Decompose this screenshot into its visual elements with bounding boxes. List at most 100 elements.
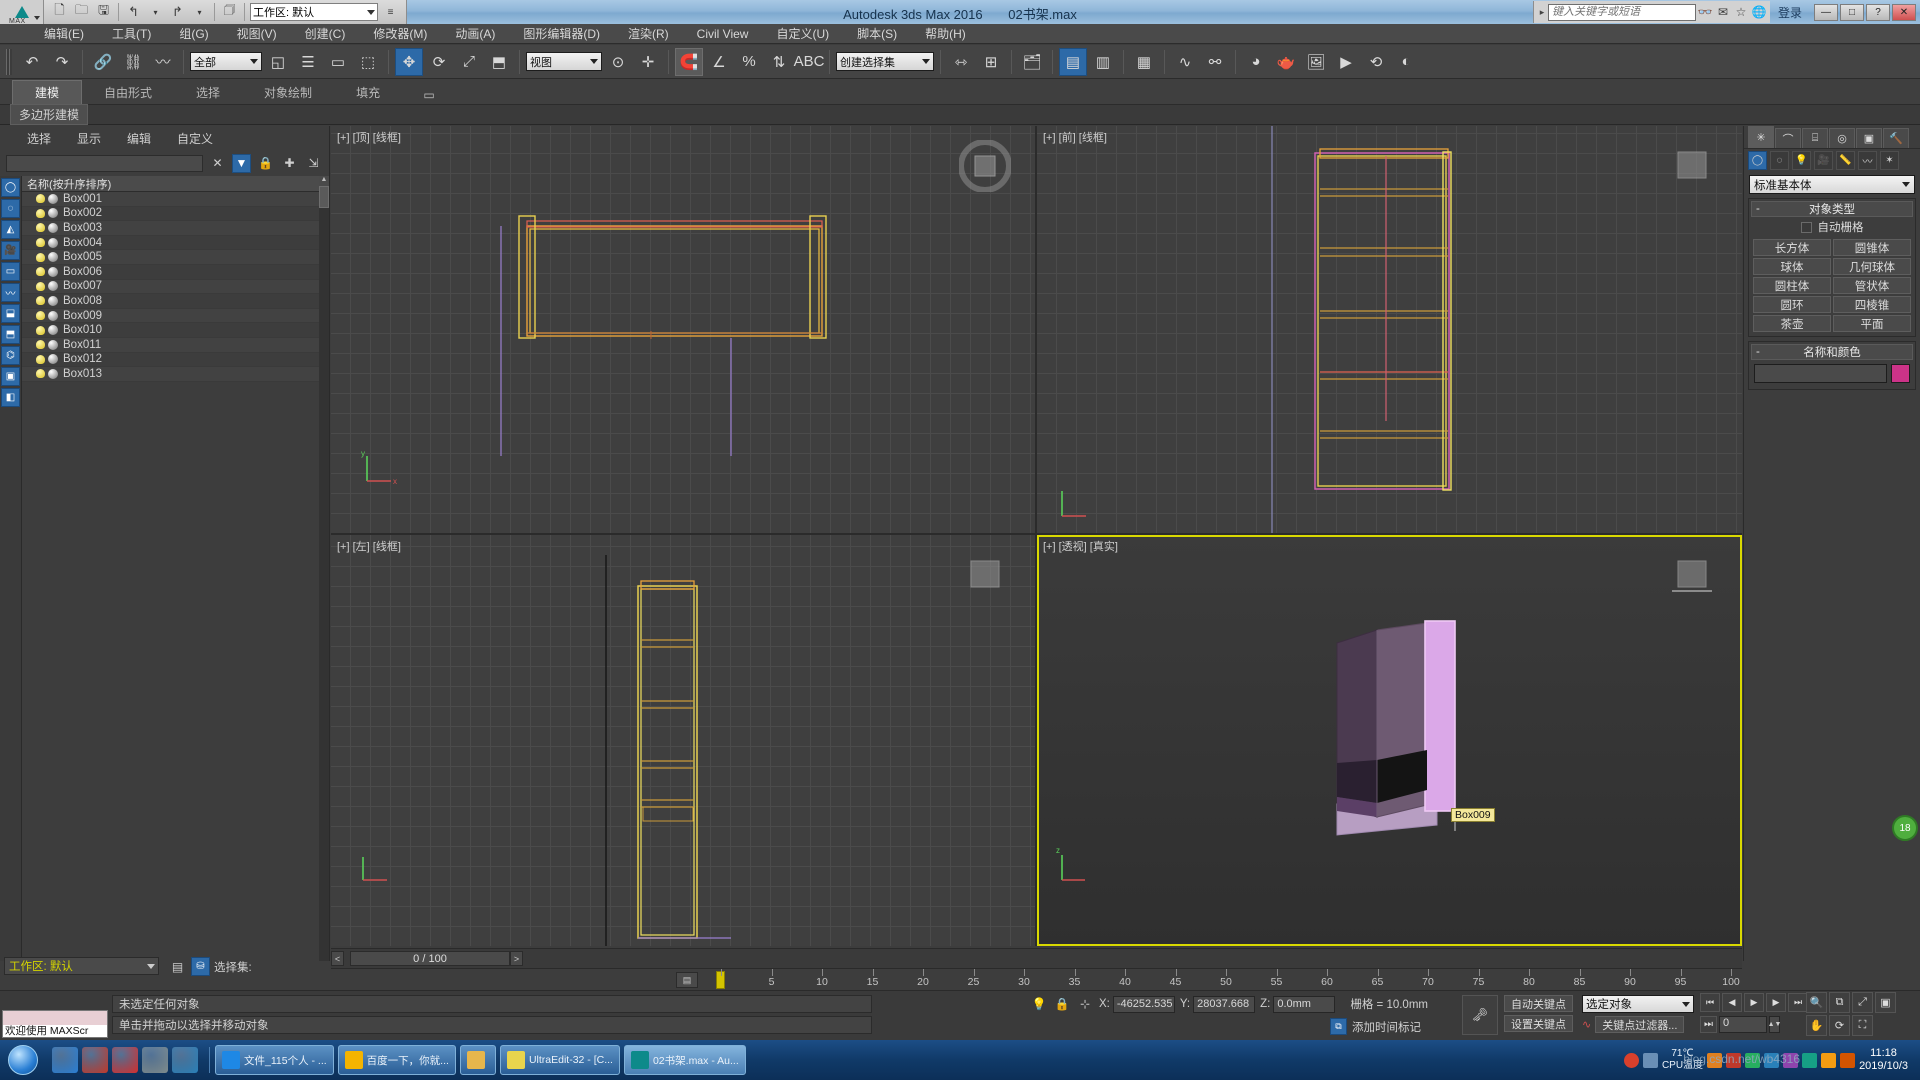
- time-ruler[interactable]: ▤ 5 10 15 20 25 30 35 40 45 50 55 60 65 70 75 80 85 90 95 1…: [331, 968, 1742, 990]
- viewport-label-left[interactable]: [+] [左] [线框]: [337, 538, 401, 554]
- new-file-icon[interactable]: 🗋: [50, 2, 69, 22]
- scene-explorer-menu-0[interactable]: 选择: [14, 130, 64, 147]
- help-button[interactable]: ?: [1866, 3, 1890, 21]
- next-frame-button[interactable]: >: [510, 951, 523, 966]
- object-button-4[interactable]: 圆柱体: [1753, 277, 1831, 294]
- xrefs-filter-icon[interactable]: ⬒: [1, 325, 20, 344]
- menu-item-0[interactable]: 编辑(E): [30, 24, 98, 44]
- scene-explorer-toggle-icon[interactable]: ⛁: [191, 957, 210, 976]
- table-row[interactable]: Box001: [22, 192, 329, 207]
- current-frame-field[interactable]: 0: [1719, 1016, 1767, 1033]
- table-row[interactable]: Box012: [22, 352, 329, 368]
- coord-z[interactable]: Z: 0.0mm: [1260, 995, 1336, 1013]
- open-file-icon[interactable]: 🗀: [72, 2, 91, 22]
- ribbon-tab-1[interactable]: 自由形式: [82, 81, 174, 104]
- zoom-region-icon[interactable]: ▣: [1875, 992, 1896, 1013]
- light-bulb-icon[interactable]: [36, 238, 45, 248]
- bind-to-space-warp-icon[interactable]: 〰: [149, 48, 177, 76]
- scene-explorer-menu-2[interactable]: 编辑: [114, 130, 164, 147]
- ribbon-tab-0[interactable]: 建模: [12, 80, 83, 104]
- workspace-status-selector[interactable]: 工作区: 默认: [4, 957, 159, 975]
- help-globe-icon[interactable]: 🌐: [1750, 2, 1768, 22]
- zoom-icon[interactable]: 🔍: [1806, 992, 1827, 1013]
- tray-icon-app6[interactable]: [1802, 1052, 1818, 1068]
- select-and-move-icon[interactable]: ✥: [395, 47, 423, 76]
- view-cube-top[interactable]: [958, 139, 1012, 193]
- curve-editor-icon[interactable]: ∿: [1171, 48, 1199, 76]
- schematic-view-icon[interactable]: ⚯: [1201, 48, 1229, 76]
- name-color-rollout-header[interactable]: - 名称和颜色: [1751, 344, 1913, 360]
- calc-icon[interactable]: [172, 1047, 198, 1073]
- filter-icon[interactable]: ▼: [232, 153, 251, 173]
- helpers-filter-icon[interactable]: ▭: [1, 262, 20, 281]
- light-bulb-icon[interactable]: [36, 296, 45, 306]
- frame-spinner[interactable]: ▲▼: [1768, 1016, 1781, 1033]
- chevron-down-icon[interactable]: [922, 59, 930, 64]
- toggle-scene-explorer-icon[interactable]: ▤: [1059, 47, 1087, 76]
- qat-overflow-icon[interactable]: ≡: [381, 3, 400, 22]
- go-to-end-icon[interactable]: ⏭: [1788, 993, 1808, 1012]
- open-mini-curve-editor-icon[interactable]: ▤: [676, 972, 698, 988]
- lights-filter-icon[interactable]: ◭: [1, 220, 20, 239]
- chevron-down-icon[interactable]: [1902, 182, 1910, 187]
- object-name-input[interactable]: [1754, 364, 1887, 383]
- light-bulb-icon[interactable]: [36, 194, 45, 204]
- render-iterative-icon[interactable]: ⟲: [1362, 48, 1390, 76]
- scrollbar-thumb[interactable]: [319, 186, 329, 208]
- play-icon[interactable]: ▶: [1744, 993, 1764, 1012]
- scroll-up-icon[interactable]: ▲: [319, 176, 329, 186]
- viewport-perspective[interactable]: [+] [透视] [真实] z Box009: [1037, 535, 1742, 946]
- scene-explorer-menu-1[interactable]: 显示: [64, 130, 114, 147]
- viewport-front[interactable]: [+] [前] [线框]: [1037, 126, 1742, 533]
- maximize-button[interactable]: □: [1840, 3, 1864, 21]
- chevron-down-icon[interactable]: [367, 9, 375, 15]
- sign-in-button[interactable]: 登录: [1770, 4, 1810, 21]
- menu-item-11[interactable]: 脚本(S): [843, 24, 911, 44]
- menu-item-10[interactable]: 自定义(U): [762, 24, 843, 44]
- toggle-ribbon-icon[interactable]: ▦: [1130, 48, 1158, 76]
- menu-item-7[interactable]: 图形编辑器(D): [509, 24, 614, 44]
- mirror-icon[interactable]: ⇿: [947, 48, 975, 76]
- undo-dropdown-icon[interactable]: ▾: [146, 3, 165, 22]
- space-warps-filter-icon[interactable]: 〰: [1, 283, 20, 302]
- viewport-label-perspective[interactable]: [+] [透视] [真实]: [1043, 538, 1118, 554]
- table-row[interactable]: Box006: [22, 264, 329, 280]
- window-crossing-toggle-icon[interactable]: ⬚: [354, 48, 382, 76]
- key-mode-combo[interactable]: 选定对象: [1582, 995, 1694, 1013]
- tray-icon-app8[interactable]: [1840, 1052, 1856, 1068]
- rendered-frame-window-icon[interactable]: 🖼: [1302, 48, 1330, 76]
- layers-icon[interactable]: ▤: [168, 957, 187, 976]
- hide-filter-icon[interactable]: ◧: [1, 388, 20, 407]
- select-by-name-icon[interactable]: ☰: [294, 48, 322, 76]
- light-bulb-icon[interactable]: [36, 369, 45, 379]
- go-to-start-icon[interactable]: ⏮: [1700, 993, 1720, 1012]
- geometry-filter-icon[interactable]: ◯: [1, 178, 20, 197]
- light-bulb-icon[interactable]: [36, 340, 45, 350]
- cameras-filter-icon[interactable]: 🎥: [1, 241, 20, 260]
- object-button-8[interactable]: 茶壶: [1753, 315, 1831, 332]
- layer-explorer-icon[interactable]: 🗂: [1018, 48, 1046, 76]
- previous-frame-button[interactable]: <: [331, 951, 344, 966]
- table-row[interactable]: Box013: [22, 367, 329, 382]
- favorites-star-icon[interactable]: ☆: [1732, 2, 1750, 22]
- menu-item-2[interactable]: 组(G): [165, 24, 222, 44]
- chevron-down-icon[interactable]: [590, 59, 598, 64]
- collapse-icon[interactable]: -: [1756, 203, 1760, 215]
- object-button-6[interactable]: 圆环: [1753, 296, 1831, 313]
- table-row[interactable]: Box008: [22, 294, 329, 309]
- viewport-label-front[interactable]: [+] [前] [线框]: [1043, 129, 1107, 145]
- freeze-filter-icon[interactable]: ▣: [1, 367, 20, 386]
- tray-icon-app7[interactable]: [1821, 1052, 1837, 1068]
- menu-item-1[interactable]: 工具(T): [98, 24, 165, 44]
- scene-explorer-scrollbar[interactable]: ▲: [319, 176, 329, 961]
- app-logo-button[interactable]: MAX: [0, 0, 44, 25]
- column-header-name[interactable]: 名称(按升序排序): [22, 176, 329, 192]
- modify-tab-icon[interactable]: ⌒: [1775, 128, 1801, 148]
- chevron-right-icon[interactable]: ▸: [1536, 7, 1548, 18]
- light-bulb-icon[interactable]: [36, 252, 45, 262]
- pan-icon[interactable]: ✋: [1806, 1015, 1827, 1036]
- select-and-rotate-icon[interactable]: ⟳: [425, 48, 453, 76]
- opera-icon[interactable]: [112, 1047, 138, 1073]
- taskbar-task-2[interactable]: [459, 1045, 496, 1075]
- align-icon[interactable]: ⊞: [977, 48, 1005, 76]
